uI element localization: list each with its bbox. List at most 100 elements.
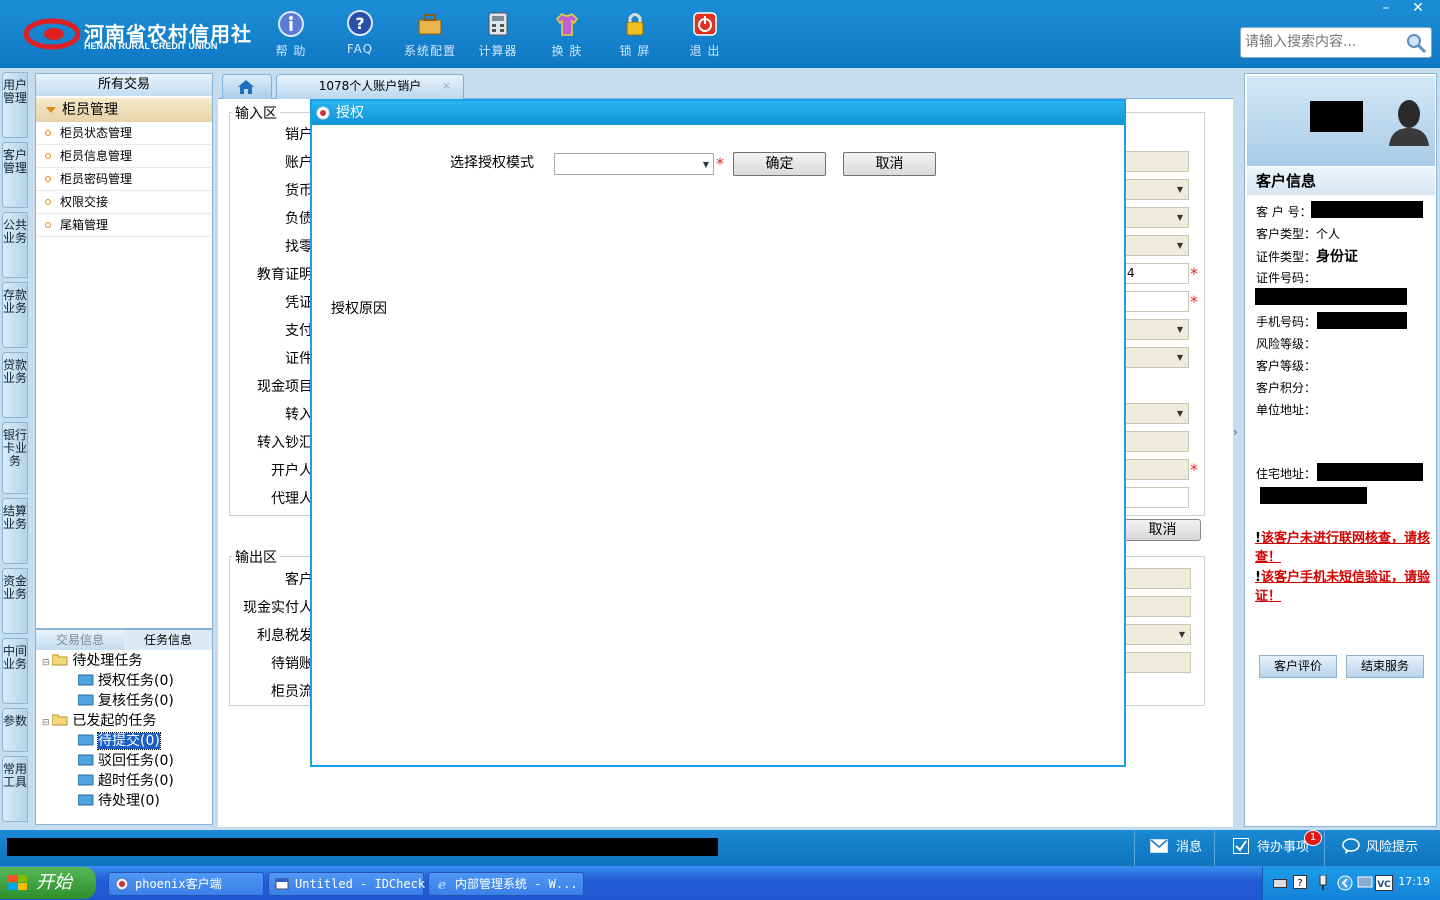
id-select[interactable]: ▼ [1124, 347, 1189, 368]
risk-alert-button[interactable]: 风险提示 [1342, 837, 1418, 859]
tree-node-label: 复核任务(0) [98, 693, 174, 709]
menu-item-tail-box[interactable]: 尾箱管理 [36, 214, 212, 237]
tree-node-rejected-tasks[interactable]: 驳回任务(0) [78, 752, 174, 770]
panel-splitter-handle[interactable]: › [1233, 425, 1241, 465]
dropdown-arrow-icon: ▼ [1176, 241, 1184, 250]
tab-task-info[interactable]: 任务信息 [124, 630, 212, 650]
todo-label: 待办事项 [1257, 840, 1310, 855]
tree-node-review-tasks[interactable]: 复核任务(0) [78, 692, 174, 710]
vtab-intermediary-business[interactable]: 中间业务 [2, 638, 28, 704]
home-address-row: 住宅地址： [1256, 465, 1316, 482]
tab-account-closing[interactable]: 1078个人账户销户 × [276, 74, 464, 100]
transfer-in-cash-field[interactable] [1124, 431, 1189, 452]
tree-node-initiated-tasks[interactable]: ⊟ 已发起的任务 [42, 712, 156, 732]
vtab-parameters[interactable]: 参数 [2, 708, 28, 752]
vtab-settlement-business[interactable]: 结算业务 [2, 498, 28, 564]
id-number-row: 证件号码： [1256, 269, 1316, 286]
education-proof-field[interactable]: 4 [1124, 263, 1189, 284]
tree-node-pending-tasks[interactable]: ⊟ 待处理任务 [42, 652, 142, 672]
vtab-deposit-business[interactable]: 存款业务 [2, 282, 28, 348]
menu-group-teller-management[interactable]: 柜员管理 [36, 98, 212, 122]
help-button[interactable]: 帮 助 [256, 8, 326, 64]
taskbar-window-internal-mgmt[interactable]: e 内部管理系统 - W... [428, 872, 584, 896]
calculator-label: 计算器 [478, 44, 518, 58]
redacted-block [1310, 101, 1363, 132]
account-holder-field[interactable] [1124, 459, 1189, 480]
account-field[interactable] [1124, 151, 1189, 172]
messages-label: 消息 [1176, 840, 1203, 855]
vtab-bank-card-business[interactable]: 银行卡业务 [2, 422, 28, 494]
help-tray-icon[interactable]: ? [1293, 875, 1307, 889]
tree-node-to-process[interactable]: 待处理(0) [78, 792, 160, 810]
search-icon[interactable] [1405, 32, 1427, 54]
task-panel-tabs: 交易信息 任务信息 [36, 630, 212, 650]
monitor-tray-icon[interactable] [1357, 875, 1373, 891]
vtab-public-business[interactable]: 公共业务 [2, 212, 28, 278]
start-button[interactable]: 开始 [0, 867, 96, 899]
folder-icon [78, 694, 94, 706]
faq-label: FAQ [346, 42, 374, 56]
voucher-field[interactable] [1124, 291, 1189, 312]
messages-button[interactable]: 消息 [1150, 837, 1202, 859]
menu-item-teller-info[interactable]: 柜员信息管理 [36, 145, 212, 168]
todo-button[interactable]: 待办事项 [1233, 837, 1309, 859]
lock-screen-button[interactable]: 锁 屏 [600, 8, 670, 64]
vtab-loan-business[interactable]: 贷款业务 [2, 352, 28, 418]
folder-open-icon [52, 714, 68, 726]
payment-select[interactable]: ▼ [1124, 319, 1189, 340]
tree-node-to-submit[interactable]: 待提交(0) [78, 732, 161, 750]
keyboard-icon[interactable] [1273, 877, 1287, 889]
customer-evaluation-button[interactable]: 客户评价 [1259, 655, 1337, 678]
auth-mode-select[interactable]: ▼ [554, 153, 714, 175]
tab-transaction-info[interactable]: 交易信息 [36, 630, 124, 650]
vtab-fund-business[interactable]: 资金业务 [2, 568, 28, 634]
vtab-customer-management[interactable]: 客户管理 [2, 142, 28, 208]
vc-tray-icon[interactable]: VC [1375, 875, 1393, 891]
output-cash-payee-field [1124, 596, 1191, 617]
search-input[interactable] [1245, 34, 1405, 50]
warning-link-sms-verify[interactable]: !该客户手机未短信验证，请验证！ [1255, 568, 1435, 606]
menu-item-label: 柜员信息管理 [60, 149, 133, 163]
system-config-label: 系统配置 [403, 44, 456, 58]
system-config-button[interactable]: 系统配置 [395, 8, 465, 64]
taskbar-window-phoenix[interactable]: phoenix客户端 [108, 872, 264, 896]
taskbar-window-label: phoenix客户端 [135, 877, 222, 891]
taskbar-window-label: 内部管理系统 - W... [455, 877, 578, 891]
liability-select[interactable]: ▼ [1124, 207, 1189, 228]
agent-field[interactable] [1124, 487, 1189, 508]
tree-node-timeout-tasks[interactable]: 超时任务(0) [78, 772, 174, 790]
menu-header[interactable]: 所有交易 [36, 74, 212, 96]
minimize-button[interactable]: – [1370, 0, 1402, 18]
tab-close-button[interactable]: × [442, 75, 451, 97]
home-tab[interactable] [222, 74, 272, 100]
menu-item-teller-status[interactable]: 柜员状态管理 [36, 122, 212, 145]
warning-link-network-check[interactable]: !该客户未进行联网核查，请核查！ [1255, 529, 1435, 567]
customer-level-label: 客户等级： [1256, 359, 1317, 373]
warning-text: 该客户未进行联网核查，请核查！ [1255, 531, 1430, 565]
skin-button[interactable]: 换 肤 [532, 8, 602, 64]
menu-item-authority-handover[interactable]: 权限交接 [36, 191, 212, 214]
end-service-button[interactable]: 结束服务 [1346, 655, 1424, 678]
confirm-button[interactable]: 确定 [733, 152, 826, 176]
required-marker: * [1190, 292, 1198, 311]
network-tray-icon[interactable] [1317, 875, 1329, 891]
change-select[interactable]: ▼ [1124, 235, 1189, 256]
close-window-button[interactable]: ✕ [1402, 0, 1434, 18]
faq-button[interactable]: ? FAQ [325, 8, 395, 64]
dialog-title-bar[interactable]: 授权 [312, 101, 1124, 125]
transfer-in-select[interactable]: ▼ [1124, 403, 1189, 424]
chevron-left-icon[interactable] [1337, 875, 1353, 891]
taskbar-window-idcheck[interactable]: Untitled - IDCheck [268, 872, 425, 896]
currency-select[interactable]: ▼ [1124, 179, 1189, 200]
menu-item-teller-password[interactable]: 柜员密码管理 [36, 168, 212, 191]
window-icon [275, 878, 289, 890]
exit-button[interactable]: 退 出 [670, 8, 740, 64]
vtab-user-management[interactable]: 用户管理 [2, 72, 28, 138]
calculator-button[interactable]: 计算器 [463, 8, 533, 64]
form-cancel-button[interactable]: 取消 [1124, 519, 1201, 541]
lock-icon [626, 13, 644, 36]
warning-text: 该客户手机未短信验证，请验证！ [1255, 570, 1430, 604]
dialog-cancel-button[interactable]: 取消 [843, 152, 936, 176]
vtab-common-tools[interactable]: 常用工具 [2, 756, 28, 822]
tree-node-auth-tasks[interactable]: 授权任务(0) [78, 672, 174, 690]
